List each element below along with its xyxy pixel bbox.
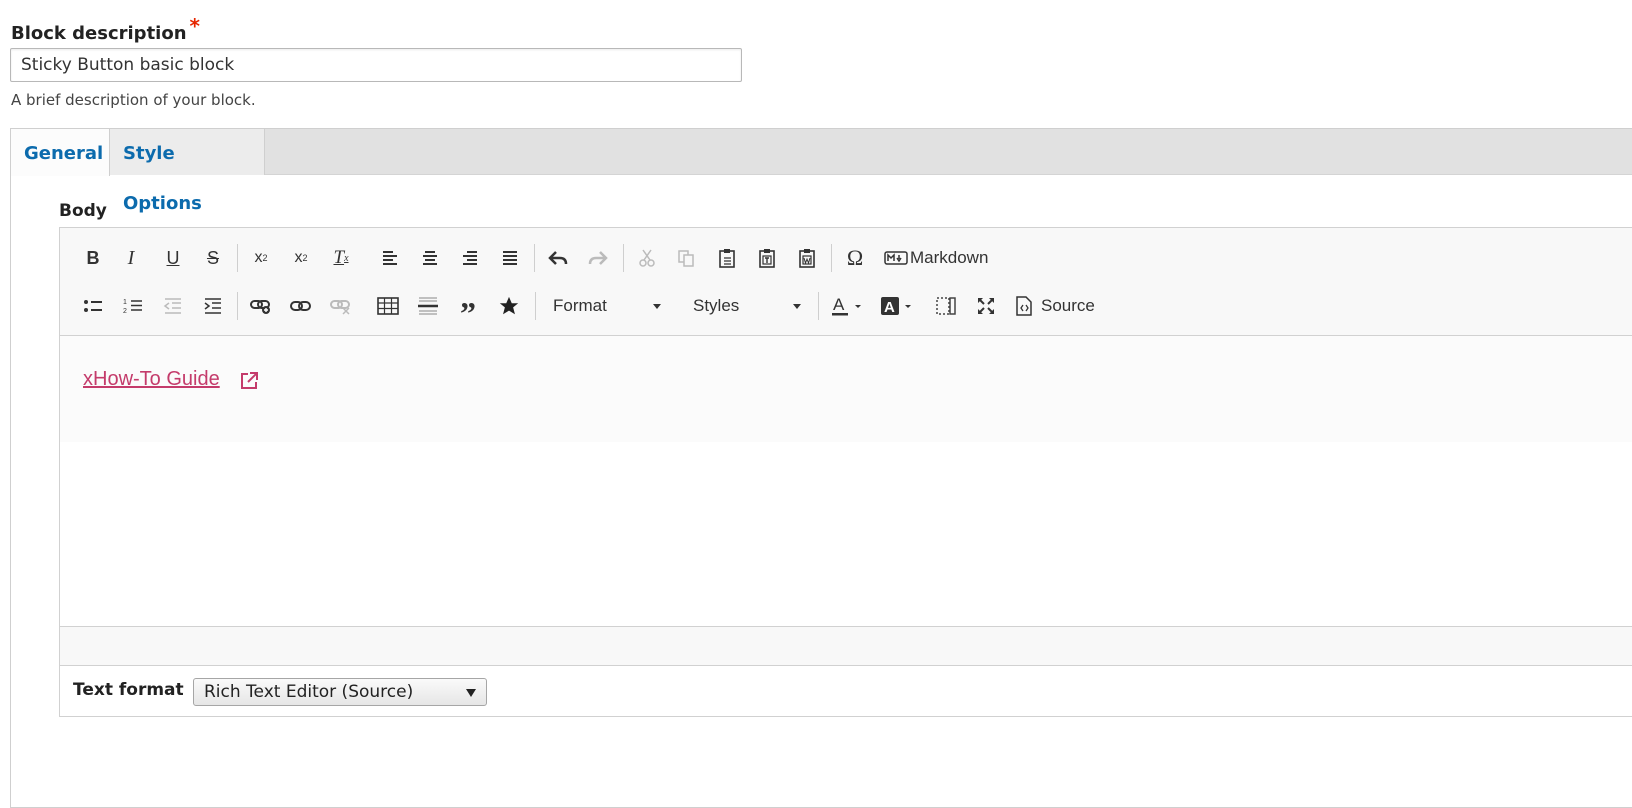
text-color-button[interactable]: A bbox=[827, 292, 867, 320]
external-link-icon bbox=[241, 372, 258, 389]
chevron-down-icon bbox=[793, 304, 801, 309]
background-color-icon: A bbox=[881, 297, 911, 316]
redo-icon[interactable] bbox=[583, 244, 613, 272]
tab-general[interactable]: General bbox=[11, 129, 110, 176]
text-format-label: Text format bbox=[73, 680, 184, 700]
markdown-icon bbox=[884, 251, 908, 265]
toolbar-separator bbox=[237, 292, 238, 320]
format-dropdown[interactable]: Format bbox=[553, 292, 673, 320]
bold-icon[interactable]: B bbox=[78, 244, 108, 272]
maximize-icon[interactable] bbox=[971, 292, 1001, 320]
block-description-input[interactable] bbox=[10, 48, 742, 82]
bulleted-list-icon[interactable] bbox=[78, 292, 108, 320]
align-left-icon[interactable] bbox=[375, 244, 405, 272]
body-label: Body bbox=[59, 201, 107, 221]
svg-text:2: 2 bbox=[123, 308, 127, 315]
link-icon[interactable] bbox=[246, 292, 276, 320]
svg-text:A: A bbox=[833, 295, 845, 314]
align-center-icon[interactable] bbox=[415, 244, 445, 272]
copy-icon[interactable] bbox=[671, 244, 701, 272]
text-format-select[interactable]: Rich Text Editor (Source) bbox=[193, 678, 487, 706]
block-description-label-text: Block description bbox=[11, 23, 187, 44]
source-icon bbox=[1016, 296, 1032, 316]
editor-status-bar bbox=[60, 626, 1632, 666]
styles-dropdown[interactable]: Styles bbox=[693, 292, 813, 320]
toolbar-separator bbox=[535, 292, 536, 320]
chevron-down-icon bbox=[653, 304, 661, 309]
toolbar-separator bbox=[818, 292, 819, 320]
align-right-icon[interactable] bbox=[455, 244, 485, 272]
source-button[interactable]: Source bbox=[1015, 292, 1095, 320]
anchor-link-icon[interactable] bbox=[286, 292, 316, 320]
toolbar-separator bbox=[237, 244, 238, 272]
background-color-button[interactable]: A bbox=[877, 292, 917, 320]
paste-icon[interactable] bbox=[712, 244, 742, 272]
superscript-icon[interactable]: x2 bbox=[246, 244, 276, 272]
block-description-help: A brief description of your block. bbox=[11, 91, 256, 109]
numbered-list-icon[interactable]: 12 bbox=[118, 292, 148, 320]
outdent-icon[interactable] bbox=[158, 292, 188, 320]
source-label: Source bbox=[1041, 296, 1095, 315]
blockquote-icon[interactable]: ” bbox=[453, 292, 483, 329]
undo-icon[interactable] bbox=[543, 244, 573, 272]
toolbar-separator bbox=[623, 244, 624, 272]
cut-icon[interactable] bbox=[632, 244, 662, 272]
unlink-icon[interactable] bbox=[326, 292, 356, 320]
svg-text:A: A bbox=[884, 299, 895, 316]
justify-icon[interactable] bbox=[495, 244, 525, 272]
block-description-label: Block description * bbox=[11, 14, 200, 44]
format-dropdown-label: Format bbox=[553, 296, 607, 315]
subscript-icon[interactable]: x2 bbox=[286, 244, 316, 272]
editor-toolbar: B I U S x2 x2 Tx Ω Markdown 1 2 ” Format… bbox=[60, 228, 1632, 336]
indent-icon[interactable] bbox=[198, 292, 228, 320]
rich-text-editor: B I U S x2 x2 Tx Ω Markdown 1 2 ” Format… bbox=[59, 227, 1632, 717]
underline-icon[interactable]: U bbox=[158, 244, 188, 272]
dropdown-arrow-icon bbox=[466, 689, 476, 697]
required-mark: * bbox=[189, 14, 200, 38]
show-blocks-icon[interactable] bbox=[931, 292, 961, 320]
markdown-label: Markdown bbox=[910, 248, 989, 267]
table-icon[interactable] bbox=[373, 292, 403, 320]
toolbar-separator bbox=[831, 244, 832, 272]
text-color-icon: A bbox=[832, 295, 861, 316]
styles-dropdown-label: Styles bbox=[693, 296, 740, 315]
paste-from-word-icon[interactable] bbox=[792, 244, 822, 272]
star-icon[interactable] bbox=[494, 292, 524, 320]
editor-content-area[interactable]: xHow-To Guide bbox=[60, 336, 1632, 442]
content-link[interactable]: xHow-To Guide bbox=[83, 368, 220, 391]
svg-text:1: 1 bbox=[123, 299, 127, 306]
text-format-wrapper: Text format Rich Text Editor (Source) bbox=[59, 665, 1632, 717]
italic-icon[interactable]: I bbox=[116, 244, 146, 272]
toolbar-separator bbox=[534, 244, 535, 272]
remove-format-icon[interactable]: Tx bbox=[326, 244, 356, 272]
tab-bar: General Style Options bbox=[11, 129, 1632, 214]
tab-style-options[interactable]: Style Options bbox=[110, 129, 265, 214]
paste-text-icon[interactable] bbox=[752, 244, 782, 272]
text-format-selected: Rich Text Editor (Source) bbox=[204, 682, 414, 702]
markdown-button[interactable]: Markdown bbox=[884, 244, 988, 272]
strikethrough-icon[interactable]: S bbox=[198, 244, 228, 272]
horizontal-line-icon[interactable] bbox=[413, 292, 443, 320]
special-character-icon[interactable]: Ω bbox=[840, 244, 870, 272]
